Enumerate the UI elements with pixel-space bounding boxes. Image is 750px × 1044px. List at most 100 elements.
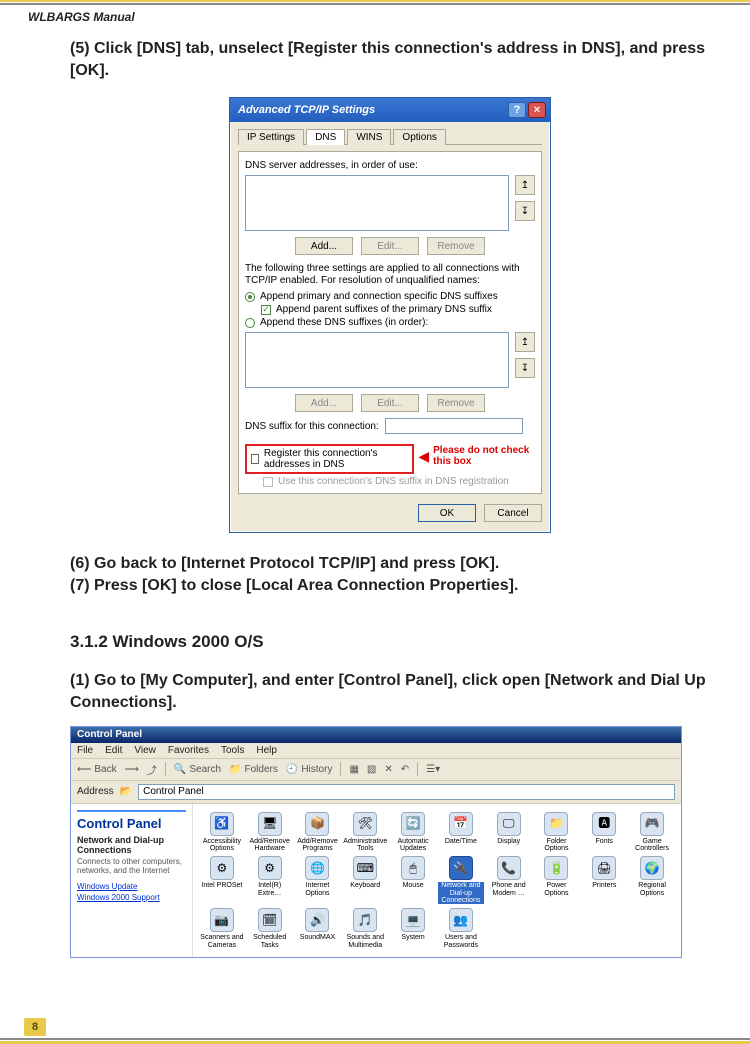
- cp-icon-item[interactable]: 💻System: [390, 908, 436, 949]
- cp-item-label: Game Controllers: [629, 838, 675, 853]
- cp-item-icon: 🖥: [258, 812, 282, 836]
- tb-copy-icon[interactable]: ▧: [367, 764, 376, 775]
- tb-views-icon[interactable]: ☰▾: [426, 764, 440, 775]
- cp-menubar: File Edit View Favorites Tools Help: [71, 743, 681, 759]
- cp-item-icon: 🔌: [449, 856, 473, 880]
- radio-append-these[interactable]: Append these DNS suffixes (in order):: [245, 317, 535, 328]
- link-windows-update[interactable]: Windows Update: [77, 882, 186, 891]
- cp-icon-item[interactable]: 🌐Internet Options: [295, 856, 341, 904]
- menu-file[interactable]: File: [77, 745, 93, 756]
- move-up-icon[interactable]: ↥: [515, 175, 535, 195]
- cp-item-icon: 🖱: [401, 856, 425, 880]
- help-icon[interactable]: ?: [508, 102, 526, 118]
- up-button[interactable]: ⤴: [147, 762, 157, 777]
- cp-icon-item[interactable]: 🎮Game Controllers: [629, 812, 675, 853]
- close-icon[interactable]: ×: [528, 102, 546, 118]
- cp-titlebar[interactable]: Control Panel: [71, 727, 681, 743]
- back-label: Back: [94, 764, 116, 775]
- menu-favorites[interactable]: Favorites: [168, 745, 209, 756]
- cp-icon-item[interactable]: 🛠Administrative Tools: [342, 812, 388, 853]
- use-suffix-checkbox-row: Use this connection's DNS suffix in DNS …: [263, 476, 535, 487]
- tab-options[interactable]: Options: [393, 129, 445, 145]
- suffix-move-up-icon[interactable]: ↥: [515, 332, 535, 352]
- cp-icon-item[interactable]: ⚙Intel(R) Extre…: [247, 856, 293, 904]
- check-append-parent[interactable]: ✓Append parent suffixes of the primary D…: [261, 304, 535, 315]
- search-button[interactable]: 🔍 Search: [174, 764, 221, 775]
- cp-icon-item[interactable]: 🗓Scheduled Tasks: [247, 908, 293, 949]
- dialog-title: Advanced TCP/IP Settings: [238, 104, 375, 116]
- forward-button[interactable]: ⟶: [125, 764, 139, 775]
- edit-button[interactable]: Edit...: [361, 237, 419, 255]
- cp-icon-item[interactable]: 🖵Display: [486, 812, 532, 853]
- cp-item-label: System: [401, 934, 424, 941]
- cp-item-icon: 🛠: [353, 812, 377, 836]
- tab-ip-settings[interactable]: IP Settings: [238, 129, 304, 145]
- cp-item-icon: ⚙: [258, 856, 282, 880]
- cp-icon-item[interactable]: 📞Phone and Modem …: [486, 856, 532, 904]
- address-input[interactable]: [138, 784, 675, 800]
- tab-dns[interactable]: DNS: [306, 129, 345, 145]
- tab-wins[interactable]: WINS: [347, 129, 391, 145]
- menu-view[interactable]: View: [134, 745, 156, 756]
- page-top-rule: [0, 0, 750, 6]
- cp-item-label: Sounds and Multimedia: [342, 934, 388, 949]
- history-button[interactable]: 🕘 History: [286, 764, 333, 775]
- radio-append-primary[interactable]: Append primary and connection specific D…: [245, 291, 535, 302]
- cp-icon-item[interactable]: 🔌Network and Dial-up Connections: [438, 856, 484, 904]
- menu-tools[interactable]: Tools: [221, 745, 244, 756]
- cancel-button[interactable]: Cancel: [484, 504, 542, 522]
- dns-suffix-input[interactable]: [385, 418, 523, 434]
- cp-icon-item[interactable]: ⌨Keyboard: [342, 856, 388, 904]
- step-6-text: (6) Go back to [Internet Protocol TCP/IP…: [70, 553, 710, 575]
- folder-icon: 📂: [120, 786, 132, 797]
- link-windows-2000-support[interactable]: Windows 2000 Support: [77, 893, 186, 902]
- remove-button[interactable]: Remove: [427, 237, 485, 255]
- cp-icon-item[interactable]: 🔋 Power Options: [534, 856, 580, 904]
- move-down-icon[interactable]: ↧: [515, 201, 535, 221]
- add-button[interactable]: Add...: [295, 237, 353, 255]
- ok-button[interactable]: OK: [418, 504, 476, 522]
- dialog-tabs: IP Settings DNS WINS Options: [238, 128, 542, 145]
- cp-icon-item[interactable]: 📷Scanners and Cameras: [199, 908, 245, 949]
- radio-append-primary-label: Append primary and connection specific D…: [260, 291, 498, 302]
- suffix-edit-button[interactable]: Edit...: [361, 394, 419, 412]
- menu-help[interactable]: Help: [256, 745, 277, 756]
- back-button[interactable]: ⟵ Back: [77, 764, 117, 775]
- folders-button[interactable]: 📁 Folders: [229, 764, 278, 775]
- cp-item-icon: 🔋: [544, 856, 568, 880]
- cp-icon-item[interactable]: 📁Folder Options: [534, 812, 580, 853]
- cp-icon-item[interactable]: 🅰Fonts: [581, 812, 627, 853]
- register-dns-checkbox-row[interactable]: Register this connection's addresses in …: [245, 444, 414, 474]
- cp-address-bar: Address 📂: [71, 781, 681, 804]
- tb-delete-icon[interactable]: ✕: [384, 764, 392, 775]
- dns-suffixes-listbox[interactable]: [245, 332, 509, 388]
- page-bottom-rule: [0, 1038, 750, 1044]
- cp-item-label: Keyboard: [350, 882, 380, 889]
- tb-undo-icon[interactable]: ↶: [401, 764, 409, 775]
- cp-item-label: Power Options: [534, 882, 580, 897]
- cp-icon-item[interactable]: 🔊SoundMAX: [295, 908, 341, 949]
- cp-item-label: Add/Remove Hardware: [247, 838, 293, 853]
- cp-icon-item[interactable]: 🌍Regional Options: [629, 856, 675, 904]
- cp-icon-item[interactable]: 📦Add/Remove Programs: [295, 812, 341, 853]
- cp-icon-item[interactable]: 👥Users and Passwords: [438, 908, 484, 949]
- cp-item-icon: 🔄: [401, 812, 425, 836]
- dns-servers-listbox[interactable]: [245, 175, 509, 231]
- cp-icon-item[interactable]: 🖱Mouse: [390, 856, 436, 904]
- suffix-move-down-icon[interactable]: ↧: [515, 358, 535, 378]
- cp-item-icon: ♿: [210, 812, 234, 836]
- cp-icon-item[interactable]: 🎵Sounds and Multimedia: [342, 908, 388, 949]
- cp-icon-item[interactable]: 🖥 Add/Remove Hardware: [247, 812, 293, 853]
- cp-icon-item[interactable]: 🖨Printers: [581, 856, 627, 904]
- cp-icon-item[interactable]: 📅Date/Time: [438, 812, 484, 853]
- dialog-titlebar[interactable]: Advanced TCP/IP Settings ? ×: [230, 98, 550, 122]
- cp-icon-item[interactable]: ⚙Intel PROSet: [199, 856, 245, 904]
- cp-item-icon: 🅰: [592, 812, 616, 836]
- cp-icon-item[interactable]: ♿Accessibility Options: [199, 812, 245, 853]
- cp-icon-item[interactable]: 🔄Automatic Updates: [390, 812, 436, 853]
- suffix-add-button[interactable]: Add...: [295, 394, 353, 412]
- tb-move-icon[interactable]: ▦: [349, 764, 358, 775]
- cp-item-label: Intel PROSet: [201, 882, 242, 889]
- suffix-remove-button[interactable]: Remove: [427, 394, 485, 412]
- menu-edit[interactable]: Edit: [105, 745, 122, 756]
